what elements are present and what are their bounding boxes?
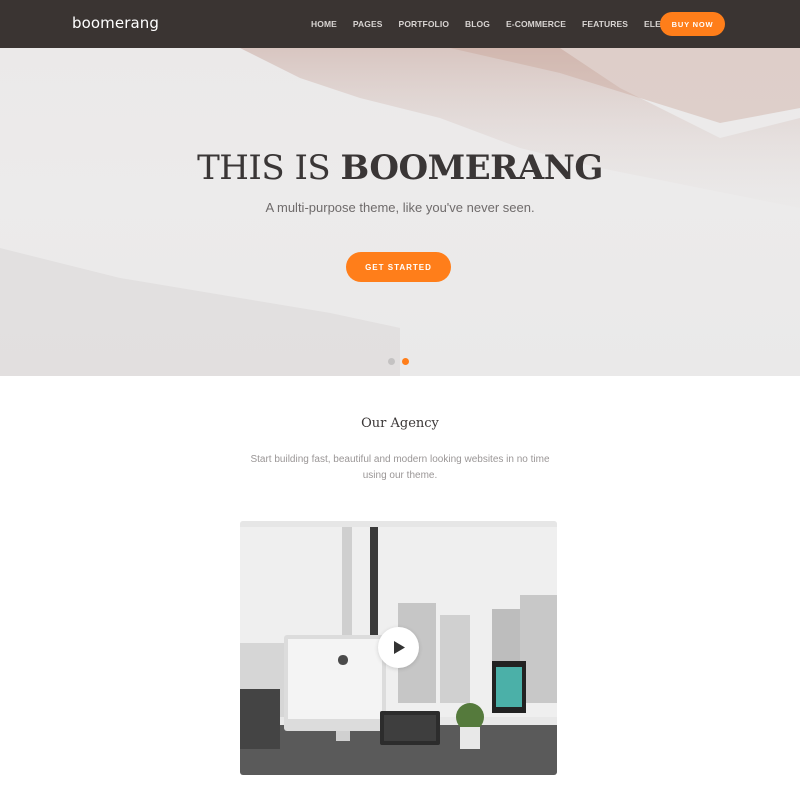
logo[interactable]: boomerang [72,14,159,32]
hero-title: THIS IS BOOMERANG [0,148,800,188]
nav-blog[interactable]: BLOG [465,19,490,29]
nav-home[interactable]: HOME [311,19,337,29]
hero-subtitle: A multi-purpose theme, like you've never… [265,200,535,215]
nav-features[interactable]: FEATURES [582,19,628,29]
hero-title-bold: BOOMERANG [340,148,603,188]
slider-dot-2-active[interactable] [402,358,409,365]
hero-slider: THIS IS BOOMERANG A multi-purpose theme,… [0,48,800,376]
top-navbar: boomerang HOME PAGES PORTFOLIO BLOG E-CO… [0,0,800,48]
nav-pages[interactable]: PAGES [353,19,383,29]
buy-now-button[interactable]: BUY NOW [660,12,725,36]
play-button[interactable] [378,627,419,668]
get-started-button[interactable]: GET STARTED [346,252,451,282]
main-nav: HOME PAGES PORTFOLIO BLOG E-COMMERCE FEA… [311,0,691,48]
section-title: Our Agency [361,416,439,431]
section-description: Start building fast, beautiful and moder… [250,454,550,481]
play-icon [394,641,405,654]
nav-portfolio[interactable]: PORTFOLIO [399,19,449,29]
slider-dot-1[interactable] [388,358,395,365]
hero-title-light: THIS IS [197,148,341,188]
slider-pagination [388,358,416,365]
nav-e-commerce[interactable]: E-COMMERCE [506,19,566,29]
